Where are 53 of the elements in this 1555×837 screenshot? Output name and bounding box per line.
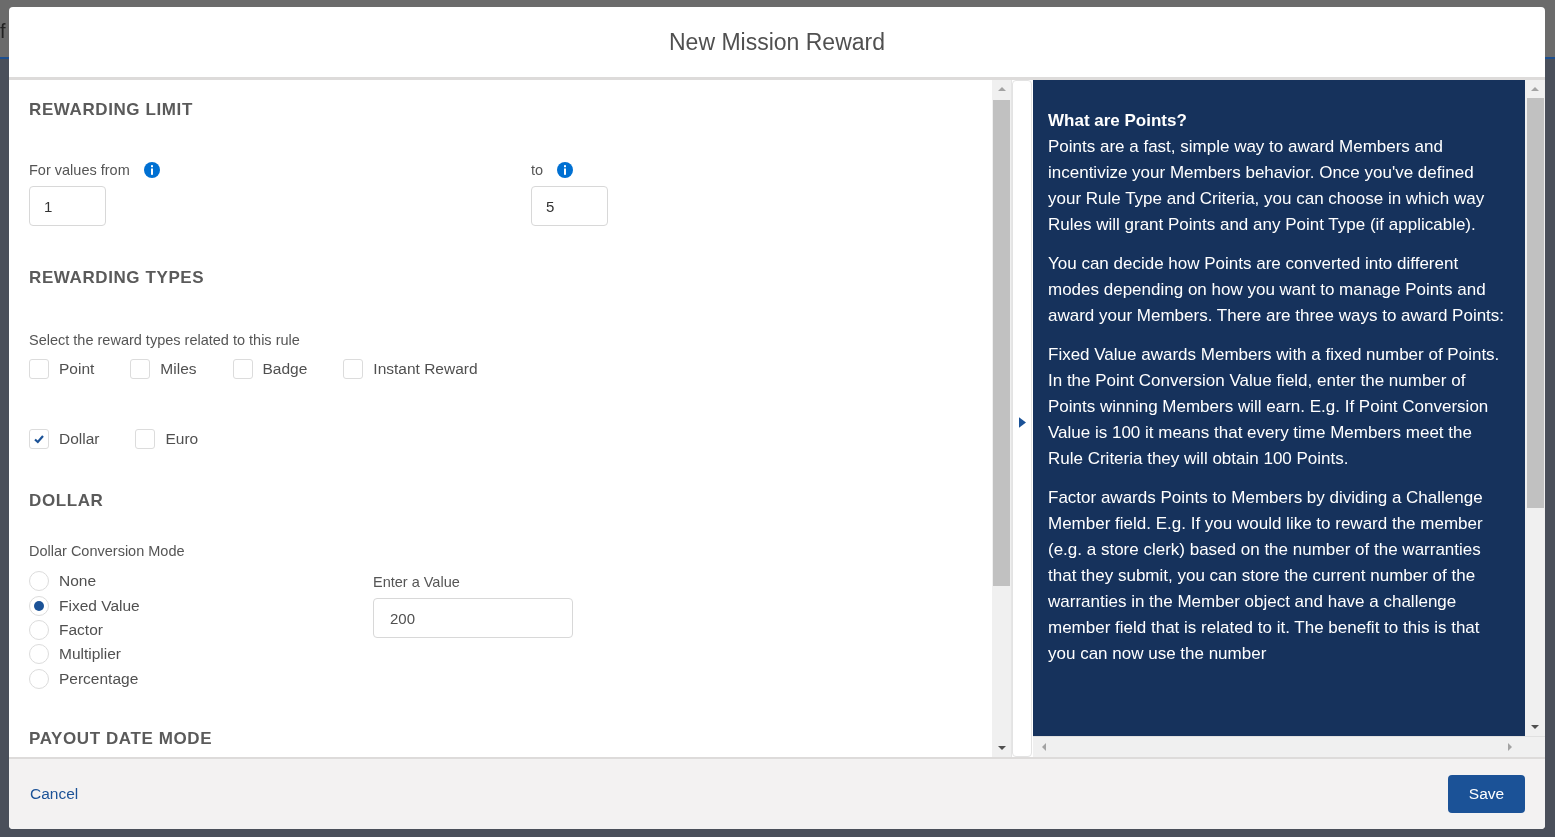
radio-label: Factor <box>59 620 103 639</box>
checkbox[interactable] <box>135 429 156 449</box>
info-icon <box>557 162 574 178</box>
scrollbar[interactable] <box>1033 736 1545 757</box>
scrollbar-thumb[interactable] <box>1526 98 1544 508</box>
checkbox[interactable] <box>343 359 364 379</box>
section-heading: PAYOUT DATE MODE <box>29 728 214 749</box>
input-field[interactable]: 1 <box>29 186 106 226</box>
checkbox-label: Dollar <box>59 430 100 448</box>
section-heading: REWARDING LIMIT <box>29 100 194 120</box>
save-button[interactable]: Save <box>1448 775 1525 813</box>
help-title: What are Points? <box>1048 110 1188 132</box>
scroll-up-icon[interactable] <box>1530 84 1540 94</box>
modal-title: New Mission Reward <box>669 28 885 56</box>
scrollbar[interactable] <box>1525 80 1545 736</box>
scroll-up-icon[interactable] <box>996 84 1007 94</box>
field-label: Dollar Conversion Mode <box>29 543 186 559</box>
hint-text: Select the reward types related to this rule <box>29 332 301 348</box>
info-icon <box>143 162 160 178</box>
radio-label: Multiplier <box>59 645 121 664</box>
input-field[interactable]: 200 <box>373 598 573 638</box>
checkbox[interactable] <box>130 359 151 379</box>
scrollbar-thumb[interactable] <box>993 100 1010 586</box>
radio-label: None <box>59 572 97 591</box>
section-heading: DOLLAR <box>29 491 105 511</box>
panel-toggle[interactable] <box>1012 80 1032 757</box>
checkbox-label: Point <box>59 360 95 378</box>
field-label: Enter a Value <box>373 574 461 590</box>
scroll-down-icon[interactable] <box>1530 722 1540 732</box>
radio-label: Fixed Value <box>59 596 140 615</box>
scroll-right-icon[interactable] <box>1505 742 1515 752</box>
radio-label: Percentage <box>59 669 139 688</box>
checkbox-label: Badge <box>262 360 308 378</box>
help-paragraph: Factor awards Points to Members by dividing a Challenge Member field. E.g. If you would like to reward the member (e.g. a store clerk) based on the number of the warranties that they submit, you can store the current number of the warranties in the Member object and have a challenge member field that is related to it. The benefit to this is that you can now use the number <box>1048 487 1484 665</box>
checkbox[interactable] <box>232 359 253 379</box>
scrollbar[interactable] <box>992 80 1011 757</box>
checkbox[interactable] <box>29 359 49 379</box>
background-text: f <box>0 20 6 43</box>
expand-arrow-icon[interactable] <box>1018 417 1026 428</box>
field-label: to <box>531 162 544 178</box>
checkbox-label: Miles <box>160 360 197 378</box>
checkbox-label: Euro <box>165 430 199 448</box>
checkmark-icon <box>33 433 45 445</box>
scroll-down-icon[interactable] <box>996 743 1007 753</box>
help-paragraph: Points are a fast, simple way to award Members and incentivize your Members behavior. Once you've defined your Rule Type and Criteria, you can choose in which way Rules will grant Points and any Point Type (if applicable). <box>1048 136 1486 236</box>
help-paragraph: You can decide how Points are converted into different modes depending on how you want to manage Points and award your Members. There are three ways to award Points: <box>1048 253 1506 327</box>
input-field[interactable]: 5 <box>531 186 608 226</box>
checkbox[interactable] <box>29 429 49 449</box>
help-paragraph: Fixed Value awards Members with a fixed number of Points. In the Point Conversion Value field, enter the number of Points winning Members will earn. E.g. If Point Conversion Value is 100 it means that every time Members meet the Rule Criteria they will obtain 100 Points. <box>1048 344 1501 470</box>
section-heading: REWARDING TYPES <box>29 268 206 288</box>
cancel-link[interactable]: Cancel <box>30 785 79 803</box>
field-label: For values from <box>29 162 130 178</box>
checkbox-label: Instant Reward <box>373 360 478 378</box>
